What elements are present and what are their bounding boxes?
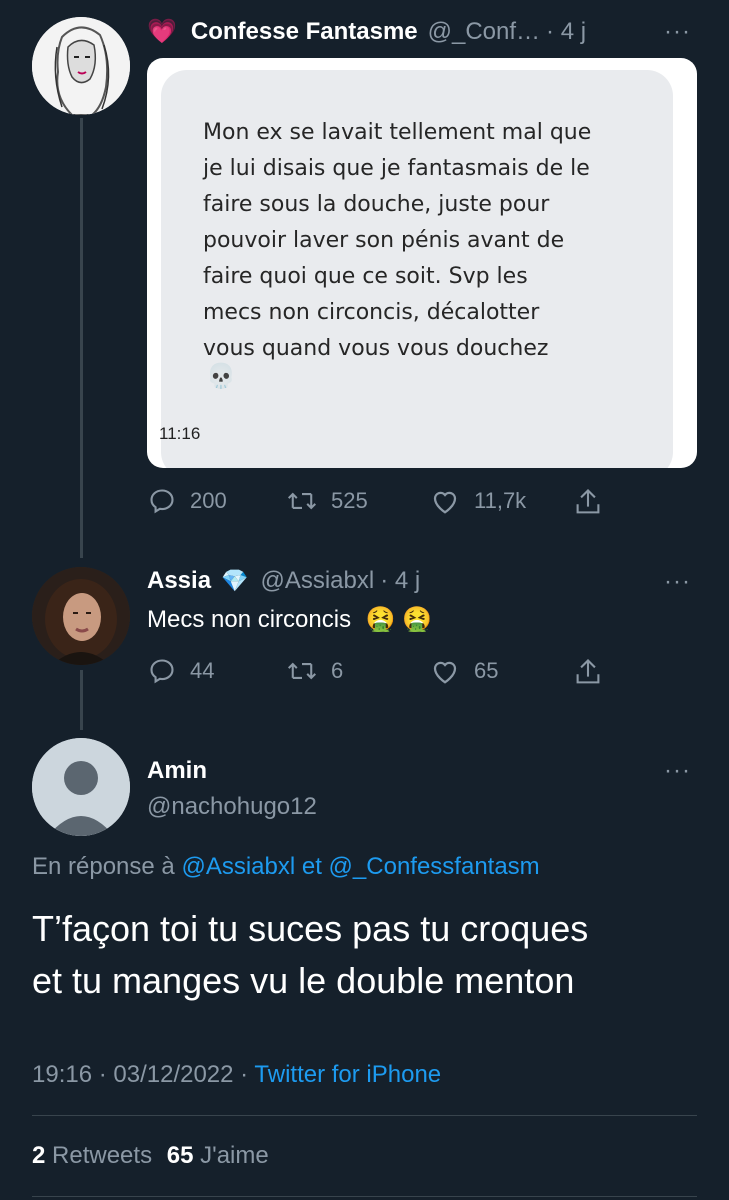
retweet-count: 525: [331, 488, 368, 513]
source-link[interactable]: Twitter for iPhone: [254, 1061, 441, 1088]
tweet2-name[interactable]: Assia: [147, 567, 211, 595]
reply-to-line: En réponse à @Assiabxl et @_Confessfanta…: [32, 853, 540, 881]
reply-button[interactable]: 44: [148, 657, 214, 685]
message-line: je lui disais que je fantasmais de le: [203, 156, 590, 181]
message-line: Mon ex se lavait tellement mal que: [203, 120, 592, 145]
main-handle[interactable]: @nachohugo12: [147, 793, 317, 821]
message-line: pouvoir laver son pénis avant de: [203, 228, 565, 253]
reply-button[interactable]: 200: [148, 487, 227, 515]
reply-prefix: En réponse à: [32, 853, 175, 880]
retweets-count: 2: [32, 1142, 46, 1169]
retweet-icon: [287, 662, 317, 680]
retweets-label: Retweets: [52, 1142, 153, 1169]
reply-count: 200: [190, 488, 227, 513]
avatar-confesse-fantasme[interactable]: [32, 17, 130, 115]
message-text: Mon ex se lavait tellement mal que je lu…: [203, 115, 643, 367]
skull-emoji: 💀: [206, 363, 236, 390]
tweet1-handle[interactable]: @_Conf…: [428, 18, 540, 46]
sketch-portrait-icon: [32, 17, 130, 115]
heart-emoji: 💗: [147, 18, 177, 45]
message-line: faire sous la douche, juste pour: [203, 192, 550, 217]
retweet-button[interactable]: 525: [287, 487, 368, 515]
tweet1-header: 💗 Confesse Fantasme @_Conf… · 4 j: [147, 17, 586, 46]
timestamp-line: 19:16 · 03/12/2022 · Twitter for iPhone: [32, 1061, 441, 1089]
diamond-emoji: 💎: [221, 568, 249, 593]
default-avatar-icon: [32, 738, 130, 836]
message-bubble: Mon ex se lavait tellement mal que je lu…: [161, 70, 673, 468]
tweet2-text: Mecs non circoncis 🤮 🤮: [147, 605, 432, 634]
more-icon[interactable]: ···: [664, 18, 691, 46]
avatar-amin[interactable]: [32, 738, 130, 836]
thread-line-1: [80, 118, 83, 558]
more-icon[interactable]: ···: [664, 757, 691, 785]
reply-count: 44: [190, 658, 215, 683]
engagement-stats: 2 Retweets 65 J'aime: [32, 1142, 269, 1170]
reply-user-link[interactable]: @Assiabxl: [181, 853, 295, 880]
main-name[interactable]: Amin: [147, 757, 207, 785]
share-icon: [576, 488, 600, 514]
retweet-icon: [287, 492, 317, 510]
reply-user-link[interactable]: @_Confessfantasm: [329, 853, 540, 880]
retweet-count: 6: [331, 658, 344, 683]
like-count: 65: [474, 658, 499, 683]
vomit-emojis: 🤮 🤮: [365, 606, 433, 633]
message-line: mecs non circoncis, décalotter: [203, 300, 540, 325]
tweet2-time[interactable]: · 4 j: [380, 567, 420, 595]
message-time: 11:16: [159, 424, 201, 443]
person-photo-icon: [32, 567, 130, 665]
tweet2-handle[interactable]: @Assiabxl: [260, 567, 374, 595]
retweet-button[interactable]: 6: [287, 657, 343, 685]
divider: [32, 1115, 697, 1116]
avatar-assia[interactable]: [32, 567, 130, 665]
heart-icon: [433, 491, 457, 514]
divider: [32, 1196, 697, 1197]
main-text-line: T’façon toi tu suces pas tu croques: [32, 908, 589, 949]
thread-line-2: [80, 670, 83, 730]
tweet2-header: Assia 💎 @Assiabxl · 4 j: [147, 567, 420, 595]
message-line: vous quand vous vous douchez: [203, 336, 549, 361]
tweet1-time[interactable]: · 4 j: [546, 18, 586, 46]
tweet1-name[interactable]: Confesse Fantasme: [191, 18, 418, 46]
main-text-line: et tu manges vu le double menton: [32, 960, 575, 1001]
main-text: T’façon toi tu suces pas tu croques et t…: [32, 903, 588, 1007]
tweet1-image[interactable]: Mon ex se lavait tellement mal que je lu…: [147, 58, 697, 468]
like-count: 11,7k: [474, 488, 527, 513]
reply-icon: [150, 489, 174, 514]
share-button[interactable]: [574, 487, 616, 517]
like-button[interactable]: 65: [430, 657, 498, 685]
tweet2-text-main: Mecs non circoncis: [147, 606, 352, 633]
timestamp[interactable]: 19:16 · 03/12/2022 ·: [32, 1061, 248, 1088]
like-button[interactable]: 11,7k: [430, 487, 526, 515]
likes-stat[interactable]: 65 J'aime: [167, 1142, 269, 1169]
share-button[interactable]: [574, 657, 616, 687]
likes-count: 65: [166, 1142, 194, 1169]
likes-label: J'aime: [200, 1142, 269, 1169]
retweets-stat[interactable]: 2 Retweets: [32, 1142, 159, 1169]
reply-and: et: [301, 853, 322, 880]
message-line: faire quoi que ce soit. Svp les: [203, 264, 528, 289]
heart-icon: [433, 661, 457, 684]
reply-icon: [150, 659, 174, 684]
share-icon: [576, 658, 600, 684]
more-icon[interactable]: ···: [664, 568, 691, 596]
